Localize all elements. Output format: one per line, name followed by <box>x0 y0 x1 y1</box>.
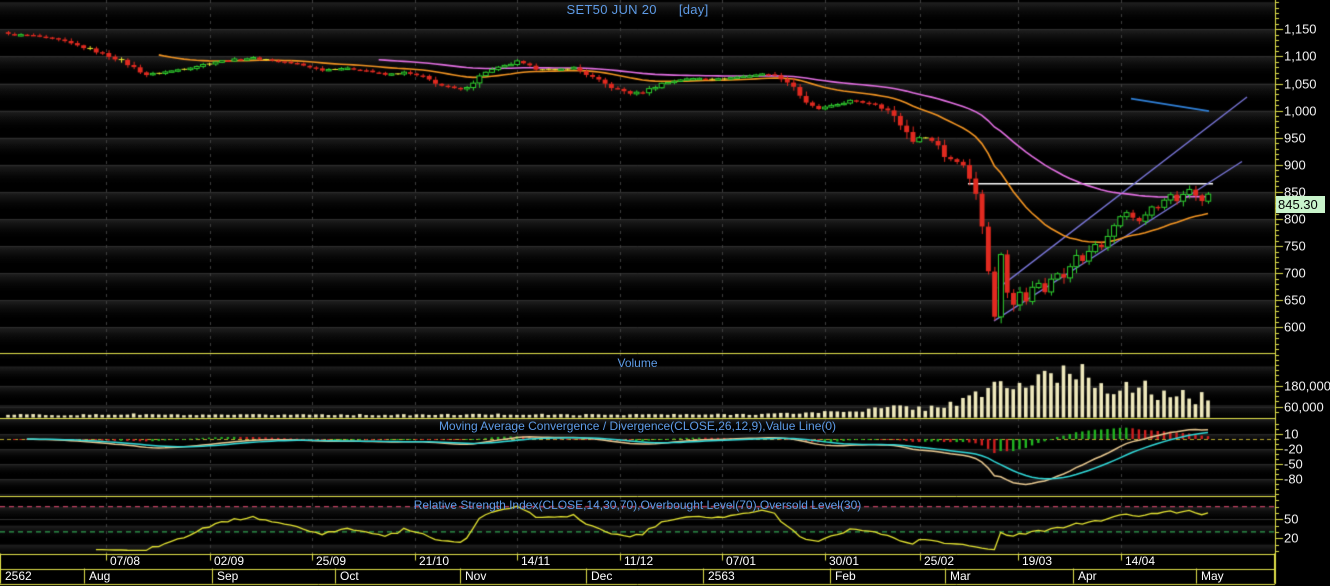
macd-panel-title: Moving Average Convergence / Divergence(… <box>438 419 837 433</box>
rsi-panel-title: Relative Strength Index(CLOSE,14,30,70),… <box>413 498 862 512</box>
rsi-tick-label: 20 <box>1284 530 1299 546</box>
price-tick-label: 1,050 <box>1284 76 1317 91</box>
macd-tick-label: 10 <box>1284 426 1299 442</box>
date-tick-label: 11/12 <box>624 554 654 568</box>
volume-tick-label: 60,000 <box>1284 399 1324 415</box>
date-tick-label: 02/09 <box>214 554 245 568</box>
timeframe-label: [day] <box>678 2 709 17</box>
date-tick-label: 30/01 <box>829 554 860 568</box>
macd-tick-label: -20 <box>1284 441 1303 457</box>
price-tick-label: 950 <box>1284 130 1306 146</box>
month-tick-label: Sep <box>217 569 239 583</box>
month-tick-label: 2563 <box>708 569 735 583</box>
chart-window: SET50 JUN 20 [day] Volume Moving Average … <box>0 0 1330 586</box>
price-tick-label: 700 <box>1284 265 1306 281</box>
macd-tick-label: -50 <box>1284 456 1303 472</box>
price-tick-label: 1,000 <box>1284 103 1317 119</box>
rsi-tick-label: 50 <box>1284 511 1299 527</box>
volume-panel-title: Volume <box>617 356 658 370</box>
chart-title: SET50 JUN 20 [day] <box>0 2 1275 17</box>
volume-tick-label: 180,000 <box>1284 378 1330 394</box>
month-tick-label: Oct <box>340 569 359 583</box>
month-tick-label: May <box>1201 569 1224 583</box>
macd-tick-label: -80 <box>1284 471 1303 487</box>
date-tick-label: 07/08 <box>110 554 141 568</box>
month-tick-label: Mar <box>950 569 971 583</box>
month-tick-label: Aug <box>89 569 111 583</box>
month-tick-label: Nov <box>465 569 487 583</box>
price-tick-label: 750 <box>1284 238 1306 254</box>
month-tick-label: Apr <box>1078 569 1097 583</box>
date-tick-label: 14/11 <box>521 554 551 568</box>
price-tick-label: 1,100 <box>1284 48 1317 64</box>
price-tick-label: 1,150 <box>1284 21 1317 37</box>
price-tick-label: 800 <box>1284 211 1306 227</box>
month-tick-label: Dec <box>591 569 613 583</box>
date-tick-label: 19/03 <box>1022 554 1053 568</box>
date-tick-label: 07/01 <box>726 554 757 568</box>
date-tick-label: 21/10 <box>419 554 450 568</box>
price-tick-label: 650 <box>1284 292 1306 308</box>
month-tick-label: 2562 <box>5 569 32 583</box>
price-tick-label: 900 <box>1284 157 1306 173</box>
symbol-title: SET50 JUN 20 <box>566 2 657 17</box>
month-tick-label: Feb <box>835 569 856 583</box>
date-tick-label: 14/04 <box>1125 554 1156 568</box>
price-tick-label: 600 <box>1284 319 1306 335</box>
last-price-badge: 845.30 <box>1276 196 1325 213</box>
date-tick-label: 25/09 <box>316 554 347 568</box>
date-tick-label: 25/02 <box>924 554 955 568</box>
